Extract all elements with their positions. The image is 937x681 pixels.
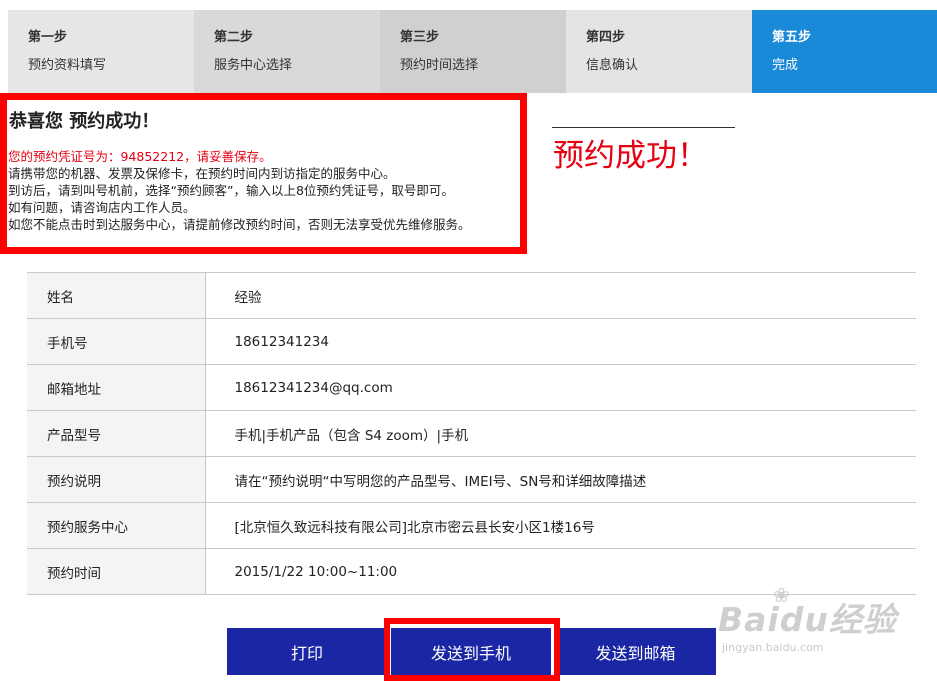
instruction-line: 如您不能点击时到达服务中心，请提前修改预约时间，否则无法享受优先维修服务。 (8, 217, 471, 232)
step-description: 信息确认 (586, 58, 639, 73)
row-value: 18612341234@qq.com (205, 364, 916, 411)
table-row: 预约服务中心 [北京恒久致远科技有限公司]北京市密云县长安小区1楼16号 (27, 502, 916, 549)
print-button[interactable]: 打印 (227, 628, 387, 675)
step-progress-bar: 第一步 预约资料填写 第二步 服务中心选择 第三步 预约时间选择 第四步 信息确… (8, 10, 937, 93)
success-title: 恭喜您 预约成功！ (9, 111, 160, 132)
step-number: 第四步 (586, 30, 626, 45)
step-description: 完成 (772, 58, 799, 73)
step-3: 第三步 预约时间选择 (380, 10, 566, 93)
row-label: 预约说明 (27, 456, 206, 503)
voucher-number-text: 您的预约凭证号为：94852212，请妥善保存。 (8, 149, 272, 164)
annotation-text: 预约成功！ (553, 138, 708, 174)
step-5-active: 第五步 完成 (752, 10, 937, 93)
watermark-logo: Baidu经验 (718, 600, 897, 639)
row-label: 预约服务中心 (27, 502, 206, 549)
send-to-email-button[interactable]: 发送到邮箱 (555, 628, 716, 675)
instruction-line: 如有问题，请咨询店内工作人员。 (8, 200, 196, 215)
baidu-jingyan-watermark: ❀ Baidu经验 jingyan.baidu.com (718, 583, 898, 663)
step-number: 第三步 (400, 30, 440, 45)
step-number: 第五步 (772, 30, 812, 45)
watermark-url: jingyan.baidu.com (722, 641, 824, 654)
appointment-info-table: 姓名 经验 手机号 18612341234 邮箱地址 18612341234@q… (27, 272, 916, 595)
step-number: 第一步 (28, 30, 68, 45)
table-row: 邮箱地址 18612341234@qq.com (27, 364, 916, 411)
instruction-line: 请携带您的机器、发票及保修卡，在预约时间内到访指定的服务中心。 (8, 166, 396, 181)
step-description: 服务中心选择 (214, 58, 293, 73)
instruction-line: 到访后，请到叫号机前，选择“预约顾客”，输入以上8位预约凭证号，取号即可。 (8, 183, 454, 198)
row-value: [北京恒久致远科技有限公司]北京市密云县长安小区1楼16号 (205, 502, 916, 549)
step-description: 预约时间选择 (400, 58, 479, 73)
step-description: 预约资料填写 (28, 58, 107, 73)
annotation-underline (552, 127, 735, 128)
row-label: 预约时间 (27, 548, 206, 595)
row-label: 产品型号 (27, 410, 206, 457)
table-row: 姓名 经验 (27, 272, 916, 319)
table-row: 手机号 18612341234 (27, 318, 916, 365)
table-row: 产品型号 手机|手机产品（包含 S4 zoom）|手机 (27, 410, 916, 457)
row-label: 邮箱地址 (27, 364, 206, 411)
row-value: 经验 (205, 272, 916, 319)
step-1: 第一步 预约资料填写 (8, 10, 194, 93)
row-label: 手机号 (27, 318, 206, 365)
step-number: 第二步 (214, 30, 254, 45)
row-value: 18612341234 (205, 318, 916, 365)
table-row: 预约说明 请在“预约说明“中写明您的产品型号、IMEI号、SN号和详细故障描述 (27, 456, 916, 503)
row-value: 手机|手机产品（包含 S4 zoom）|手机 (205, 410, 916, 457)
row-label: 姓名 (27, 272, 206, 319)
send-to-phone-highlight-box (384, 618, 560, 681)
step-4: 第四步 信息确认 (566, 10, 752, 93)
row-value: 请在“预约说明“中写明您的产品型号、IMEI号、SN号和详细故障描述 (205, 456, 916, 503)
step-2: 第二步 服务中心选择 (194, 10, 380, 93)
